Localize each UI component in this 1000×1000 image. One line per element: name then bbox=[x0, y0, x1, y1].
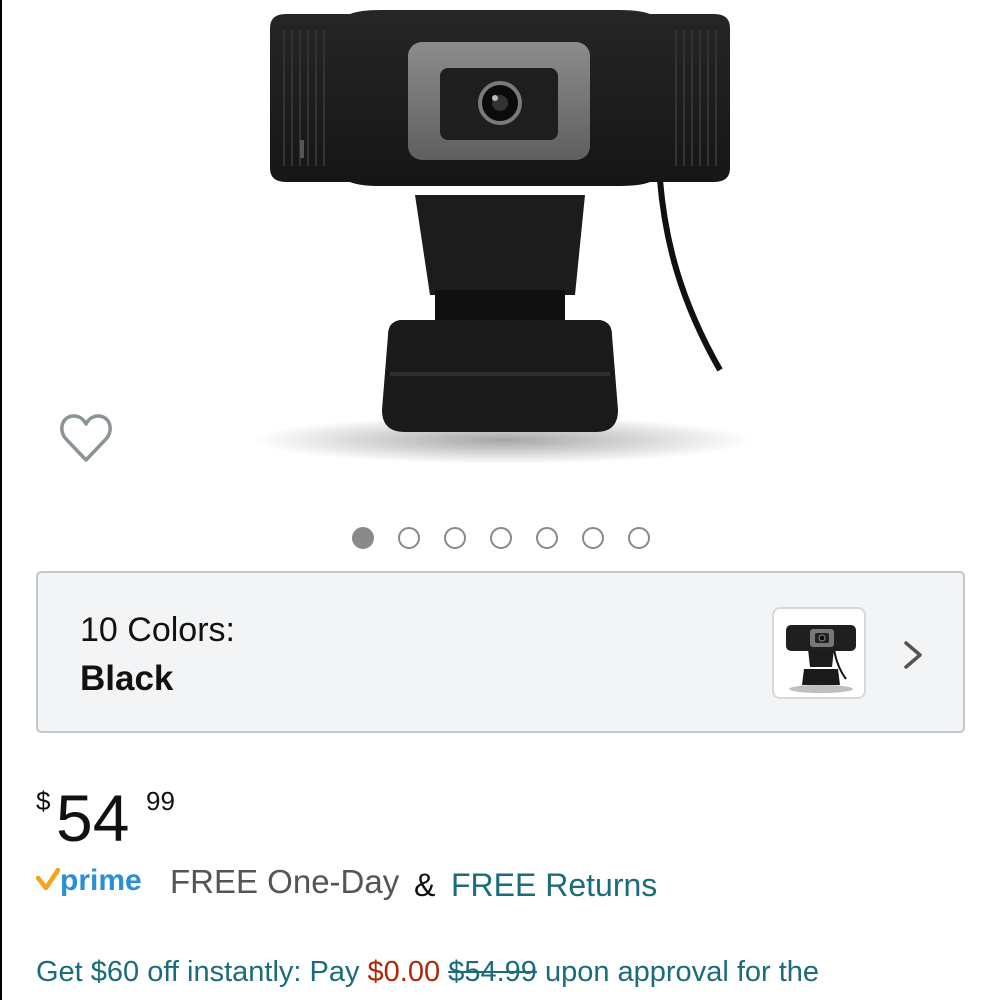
carousel-dots bbox=[352, 527, 650, 549]
prime-checkmark-icon bbox=[36, 867, 61, 891]
color-selector[interactable]: 10 Colors: Black bbox=[36, 571, 965, 733]
carousel-dot[interactable] bbox=[628, 527, 650, 549]
chevron-right-icon[interactable] bbox=[898, 635, 928, 675]
carousel-dot[interactable] bbox=[444, 527, 466, 549]
carousel-dot[interactable] bbox=[582, 527, 604, 549]
product-image-carousel[interactable] bbox=[0, 0, 1000, 549]
price-fraction: 99 bbox=[146, 786, 175, 816]
prime-logo: prime bbox=[36, 864, 142, 897]
price-currency: $ bbox=[36, 786, 51, 816]
carousel-dot[interactable] bbox=[490, 527, 512, 549]
promo-pay-amount: $0.00 bbox=[367, 956, 441, 988]
carousel-dot[interactable] bbox=[398, 527, 420, 549]
price-whole: 54 bbox=[56, 781, 130, 855]
prime-brand-text: prime bbox=[60, 864, 142, 897]
promo-tail: upon approval for the bbox=[536, 956, 820, 988]
free-returns-link[interactable]: FREE Returns bbox=[451, 867, 657, 904]
delivery-text: FREE One-Day bbox=[170, 863, 400, 900]
selected-color: Black bbox=[80, 659, 174, 698]
product-image[interactable] bbox=[240, 0, 760, 470]
color-thumbnail[interactable] bbox=[772, 607, 866, 699]
color-count-label: 10 Colors: bbox=[80, 611, 235, 649]
carousel-dot[interactable] bbox=[536, 527, 558, 549]
heart-outline-icon[interactable] bbox=[56, 408, 116, 468]
promo-original-amount: $54.99 bbox=[448, 956, 537, 988]
carousel-dot[interactable] bbox=[352, 527, 374, 549]
promo-offer[interactable]: Get $60 off instantly: Pay $0.00 $54.99 … bbox=[36, 956, 819, 989]
ampersand: & bbox=[414, 867, 436, 903]
promo-lead: Get $60 off instantly: Pay bbox=[36, 956, 368, 988]
